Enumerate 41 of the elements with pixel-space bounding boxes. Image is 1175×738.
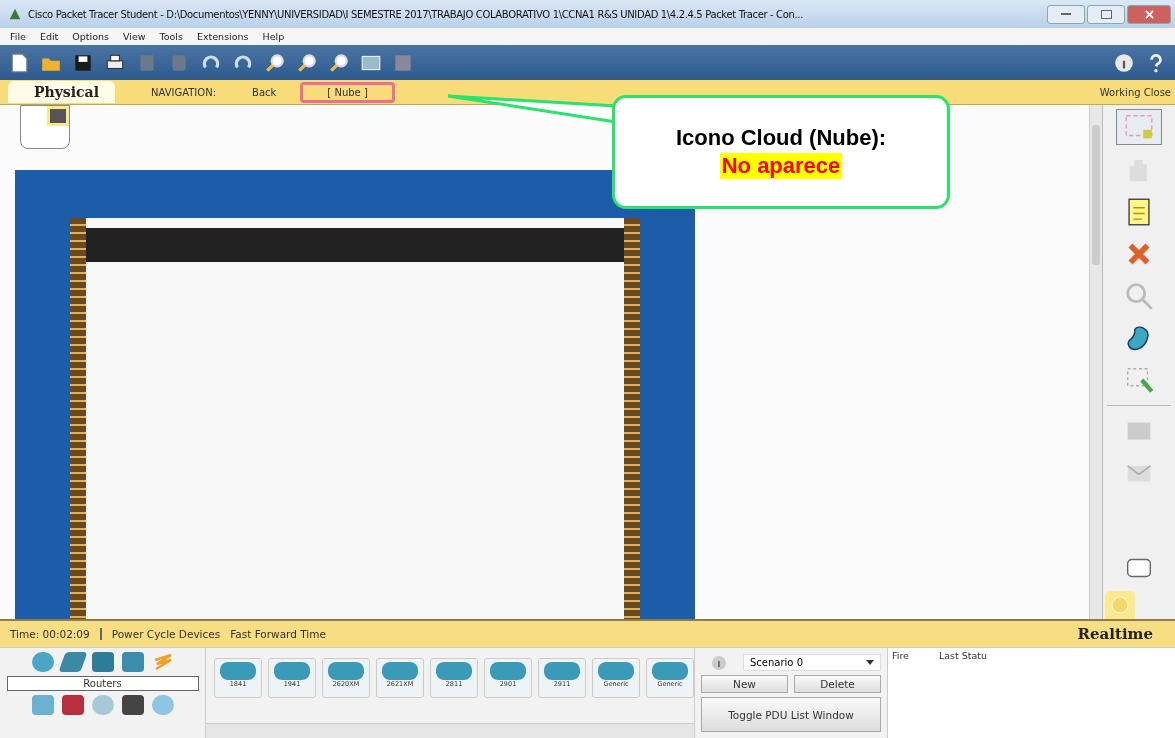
navigation-label: NAVIGATION:	[150, 86, 217, 98]
column-header: Fire	[892, 650, 909, 661]
menu-item[interactable]: File	[10, 31, 26, 42]
close-icon	[1144, 9, 1154, 19]
column-header: Last Statu	[938, 650, 988, 661]
menu-item[interactable]: Extensions	[196, 31, 249, 42]
scrollbar[interactable]	[1089, 105, 1102, 619]
caret-icon	[866, 660, 874, 665]
realtime-mode-label[interactable]: Realtime	[1077, 625, 1175, 643]
menu-item[interactable]: Edit	[39, 31, 59, 42]
scenario-dropdown[interactable]: Scenario 0	[743, 654, 881, 671]
callout-highlight: No aparece	[719, 153, 843, 179]
callout-title: Icono Cloud (Nube):	[675, 125, 887, 151]
time-label: Time: 00:02:09	[0, 628, 102, 640]
info-icon[interactable]	[711, 654, 727, 671]
scrollbar[interactable]	[206, 723, 694, 738]
back-link[interactable]: Back	[252, 86, 277, 98]
physical-tab[interactable]: Physical	[8, 81, 115, 103]
info-icon[interactable]	[1113, 51, 1135, 74]
toggle-pdu-button[interactable]: Toggle PDU List Window	[701, 697, 881, 732]
select-icon[interactable]	[1116, 109, 1162, 145]
app-icon	[8, 7, 22, 21]
menu-item[interactable]: Tools	[159, 31, 183, 42]
view-toggle-icon[interactable]	[20, 105, 70, 149]
maximize-button[interactable]	[1087, 4, 1125, 24]
location-label: [ Nube ]	[300, 81, 395, 103]
zoom-in-icon[interactable]	[264, 51, 286, 74]
scenario-button[interactable]: New	[701, 675, 788, 693]
zoom-reset-icon[interactable]	[296, 51, 318, 74]
minimize-button[interactable]	[1047, 4, 1085, 24]
status-action[interactable]: Power Cycle Devices	[111, 628, 221, 640]
scenario-button[interactable]: Delete	[794, 675, 881, 693]
status-action[interactable]: Fast Forward Time	[230, 628, 326, 640]
category-label: Routers	[6, 676, 199, 691]
close-button[interactable]	[1127, 4, 1171, 24]
menu-item[interactable]: Options	[72, 31, 109, 42]
zoom-out-icon[interactable]	[328, 51, 350, 74]
window-title: Cisco Packet Tracer Student - D:\Documentos\YENNY\UNIVERSIDAD\I SEMESTRE 2017\TRABAJO COLABORATIVO 1\CCNA1 R&S UNIDAD 1\4.2.4.5 Packet Tracer - Con...	[28, 8, 803, 20]
working-closet-link[interactable]: Working Close	[1099, 86, 1171, 98]
menu-item[interactable]: Help	[262, 31, 285, 42]
menu-item[interactable]: View	[122, 31, 146, 42]
